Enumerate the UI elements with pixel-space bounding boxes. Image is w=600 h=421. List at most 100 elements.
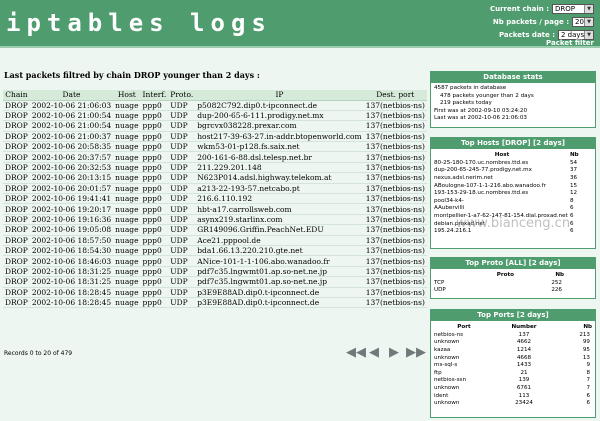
date-cell: 2002-10-06 18:46:03 [29,255,114,267]
column-header[interactable]: Host [113,90,141,101]
top-ports-body: Port Number Nb netbios-ns 137 213 unknown 46… [431,321,595,409]
port-number-cell: 137 [518,331,530,338]
chain-cell: DROP [3,287,30,298]
proto-cell: TCP [434,279,445,286]
table-header-row: Host Nb [434,151,592,159]
table-row: 193-153-29-18.uc.nombres.ttd.es 12 [434,189,592,197]
table-row: DROP 2002-10-06 21:00:54 nuage ppp0 UDP bgrcv… [3,120,427,132]
filter-controls: Current chain : DROP ▼ Nb packets / page… [424,3,594,42]
top-proto-body: Proto Nb TCP 252 UDP 226 [431,269,595,296]
top-ports-panel: Top Ports [2 days] Port Number Nb netbio… [430,309,596,418]
dest-port-cell: 137(netbios-ns) [363,245,427,257]
host-cell: nuage [113,287,141,298]
column-header[interactable]: IP [195,90,364,101]
count-cell: 36 [570,174,578,181]
count-cell: 6 [570,212,574,219]
ip-cell: host217-39-63-27.in-addr.btopenworld.com [195,131,364,143]
proto-cell: UDP [168,162,196,174]
dest-port-cell: 137(netbios-ns) [363,183,427,195]
interface-cell: ppp0 [140,172,169,184]
table-row: kazaa 1214 95 [434,346,592,354]
interface-cell: ppp0 [140,255,169,267]
port-number-cell: 139 [518,377,530,384]
proto-cell: UDP [168,214,196,226]
port-number-cell: 1214 [516,346,532,353]
ip-cell: pdf7c35.lngwmt01.ap.so-net.ne.jp [195,276,364,288]
port-name-cell: unknown [434,400,460,407]
column-header[interactable]: Proto. [168,90,196,101]
interface-cell: ppp0 [140,162,169,174]
interface-cell: ppp0 [140,100,169,111]
host-cell: nuage [113,203,141,215]
table-row: unknown 4662 99 [434,339,592,347]
count-cell: 6 [570,228,574,235]
port-number-cell: 6761 [516,384,532,391]
host-cell: nuage [113,235,141,246]
nb-packets-select[interactable]: 20 ▼ [572,17,594,27]
chain-cell: DROP [3,203,30,215]
interface-cell: ppp0 [140,235,169,246]
host-cell: nuage [113,276,141,288]
table-row: DROP 2002-10-06 19:05:08 nuage ppp0 UDP GR149… [3,224,427,236]
dest-port-cell: 137(netbios-ns) [363,172,427,184]
chain-select[interactable]: DROP ▼ [552,4,594,14]
date-cell: 2002-10-06 20:13:15 [29,172,114,184]
next-page-icon[interactable]: ▶ [386,346,402,360]
last-page-icon[interactable]: ▶▶ [406,346,426,360]
top-proto-table-body: TCP 252 UDP 226 [434,279,592,294]
interface-cell: ppp0 [140,131,169,143]
table-row: DROP 2002-10-06 21:00:37 nuage ppp0 UDP host2… [3,131,427,143]
top-hosts-panel: Top Hosts [DROP] [2 days] Host Nb 80-25-… [430,137,596,249]
column-header[interactable]: Interf. [140,90,169,101]
host-cell: nuage [113,110,141,122]
table-row: DROP 2002-10-06 19:16:36 nuage ppp0 UDP asynx… [3,214,427,226]
chain-cell: DROP [3,224,30,236]
ip-cell: 211.229.201.148 [195,162,364,174]
table-row: nexus.adsl.nerim.net 36 [434,174,592,182]
nb-packets-select-value: 20 [575,18,584,26]
table-row: DROP 2002-10-06 20:01:57 nuage ppp0 UDP a213-… [3,183,427,195]
table-row: TCP 252 [434,279,592,287]
interface-cell: ppp0 [140,151,169,163]
interface-cell: ppp0 [140,141,169,153]
chain-cell: DROP [3,235,30,246]
date-cell: 2002-10-06 18:28:45 [29,297,114,309]
ip-cell: p3E9E88AD.dip0.t-ipconnect.de [195,287,364,298]
previous-page-icon[interactable]: ◀ [366,346,382,360]
proto-cell: UDP [168,245,196,257]
ip-cell: 216.6.110.192 [195,193,364,205]
packets-date-label: Packets date : [498,31,555,39]
first-page-icon[interactable]: ◀◀ [346,346,366,360]
count-cell: 252 [551,279,562,286]
host-cell: ABoulogne-107-1-1-216.abo.wanadoo.fr [434,182,546,189]
chain-label: Current chain : [489,5,549,13]
ip-cell: N623P014.adsl.highway.telekom.at [195,172,364,184]
proto-cell: UDP [434,287,446,294]
proto-cell: UDP [168,110,196,122]
interface-cell: ppp0 [140,266,169,278]
date-cell: 2002-10-06 18:31:25 [29,276,114,288]
proto-cell: UDP [168,100,196,111]
count-cell: 8 [570,197,574,204]
packet-filter-button[interactable]: Packet filter [546,39,594,47]
top-proto-table: Proto Nb TCP 252 UDP 226 [434,271,592,294]
stats-line: First was at 2002-09-10 03:24:20 [434,107,528,114]
table-header-row: Proto Nb [434,271,592,279]
top-ports-table: Port Number Nb netbios-ns 137 213 unknown 46… [434,323,592,407]
proto-cell: UDP [168,193,196,205]
column-header[interactable]: Dest. port [363,90,427,101]
date-cell: 2002-10-06 18:28:45 [29,287,114,298]
dest-port-cell: 137(netbios-ns) [363,276,427,288]
table-row: DROP 2002-10-06 21:06:03 nuage ppp0 UDP p5082… [3,100,427,111]
column-header[interactable]: Date [29,90,114,101]
dest-port-cell: 137(netbios-ns) [363,162,427,174]
interface-cell: ppp0 [140,183,169,195]
chain-cell: DROP [3,193,30,205]
ip-cell: dup-200-65-6-111.prodigy.net.mx [195,110,364,122]
column-header[interactable]: Chain [3,90,30,101]
dest-port-cell: 137(netbios-ns) [363,255,427,267]
table-row: DROP 2002-10-06 19:41:41 nuage ppp0 UDP 216.6… [3,193,427,205]
ip-cell: ANice-101-1-1-106.abo.wanadoo.fr [195,255,364,267]
table-row: unknown 6761 7 [434,384,592,392]
column-header: Nb [570,152,579,158]
